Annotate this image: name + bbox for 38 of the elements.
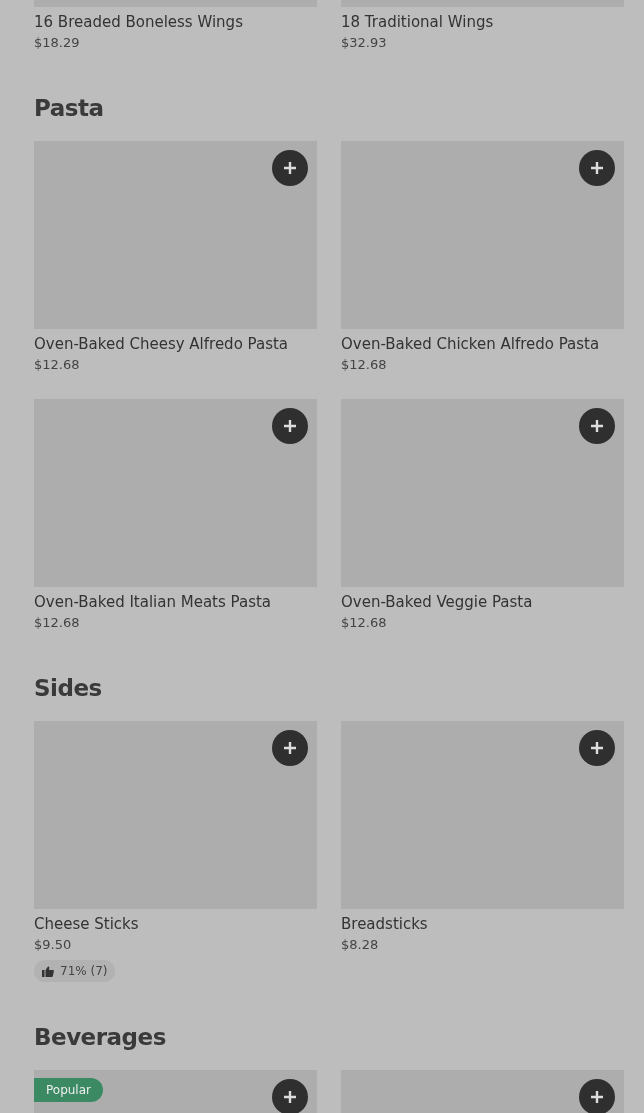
plus-icon <box>283 419 297 433</box>
section-heading: Pasta <box>34 94 105 123</box>
plus-icon <box>283 1090 297 1104</box>
plus-icon <box>283 741 297 755</box>
add-button[interactable] <box>579 1079 615 1113</box>
item-name: Oven-Baked Chicken Alfredo Pasta <box>341 334 601 355</box>
item-name: Oven-Baked Cheesy Alfredo Pasta <box>34 334 290 355</box>
plus-icon <box>283 161 297 175</box>
add-button[interactable] <box>272 1079 308 1113</box>
plus-icon <box>590 161 604 175</box>
item-price: $12.68 <box>34 614 81 632</box>
popular-tag: Popular <box>34 1078 103 1102</box>
add-button[interactable] <box>272 408 308 444</box>
section-heading: Beverages <box>34 1023 167 1052</box>
item-name: Cheese Sticks <box>34 914 140 935</box>
add-button[interactable] <box>579 408 615 444</box>
add-button[interactable] <box>272 150 308 186</box>
plus-icon <box>590 1090 604 1104</box>
section-heading: Sides <box>34 674 103 703</box>
plus-icon <box>590 419 604 433</box>
item-name: Oven-Baked Italian Meats Pasta <box>34 592 273 613</box>
thumbs-up-icon <box>42 965 54 977</box>
item-price: $12.68 <box>341 356 388 374</box>
add-button[interactable] <box>272 730 308 766</box>
item-price: $32.93 <box>341 34 388 52</box>
item-price: $18.29 <box>34 34 81 52</box>
item-price: $9.50 <box>34 936 73 954</box>
item-name: 18 Traditional Wings <box>341 12 495 33</box>
item-name: Breadsticks <box>341 914 429 935</box>
add-button[interactable] <box>579 730 615 766</box>
item-price: $12.68 <box>34 356 81 374</box>
item-name: Oven-Baked Veggie Pasta <box>341 592 534 613</box>
item-price: $12.68 <box>341 614 388 632</box>
item-price: $8.28 <box>341 936 380 954</box>
item-name: 16 Breaded Boneless Wings <box>34 12 244 33</box>
plus-icon <box>590 741 604 755</box>
add-button[interactable] <box>579 150 615 186</box>
rating-text: 71% (7) <box>60 964 108 978</box>
